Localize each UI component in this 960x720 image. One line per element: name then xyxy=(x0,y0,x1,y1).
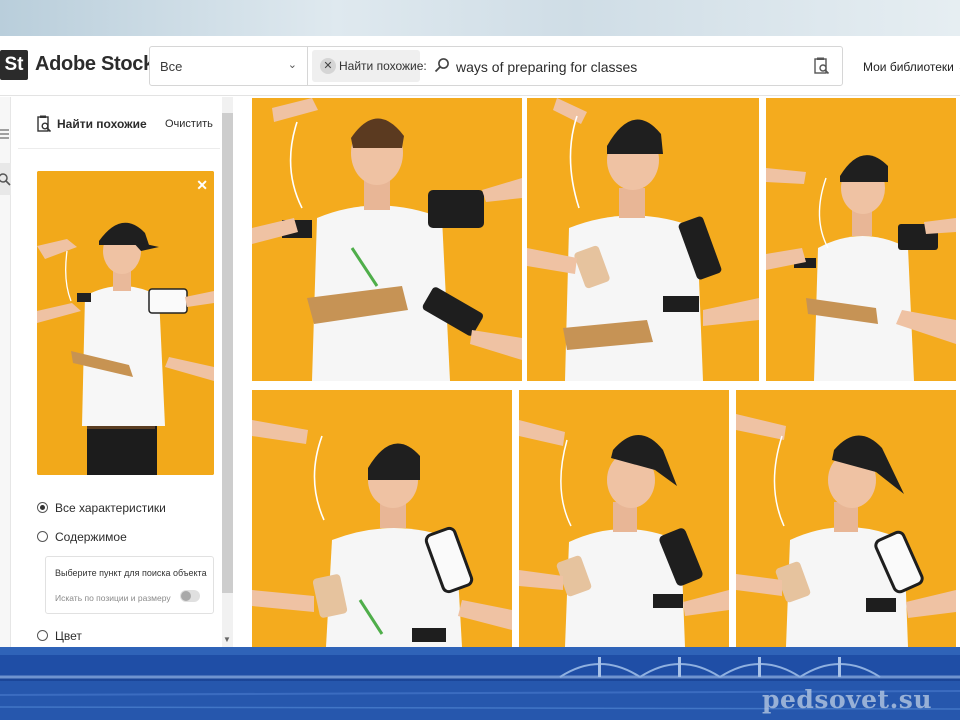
position-size-toggle[interactable] xyxy=(180,590,200,602)
result-thumbnail[interactable] xyxy=(252,390,512,647)
result-photo xyxy=(766,98,956,381)
clear-button[interactable]: Очистить xyxy=(165,118,213,130)
result-photo xyxy=(252,98,522,381)
panel-header: Найти похожие Очистить xyxy=(18,97,220,149)
visual-search-icon xyxy=(37,115,51,133)
result-photo xyxy=(527,98,759,381)
option-color[interactable]: Цвет xyxy=(37,629,82,643)
scrollbar-thumb[interactable] xyxy=(222,113,233,593)
result-thumbnail[interactable] xyxy=(736,390,956,647)
option-label: Все характеристики xyxy=(55,501,166,515)
panel-title: Найти похожие xyxy=(57,117,147,131)
search-icon xyxy=(0,173,11,186)
search-scope-select[interactable]: Все ⌄ xyxy=(150,47,308,85)
visual-search-icon[interactable] xyxy=(814,57,830,75)
watermark: pedsovet.su xyxy=(762,685,933,714)
search-input[interactable]: ways of preparing for classes xyxy=(456,59,637,75)
option-content[interactable]: Содержимое xyxy=(37,530,127,544)
option-label: Цвет xyxy=(55,629,82,643)
search-bar: Все ⌄ ✕ Найти похожие: ways of preparing… xyxy=(149,46,843,86)
close-icon[interactable]: ✕ xyxy=(196,177,208,194)
radio-icon xyxy=(37,630,48,641)
bottom-banner: pedsovet.su xyxy=(0,647,960,720)
find-similar-chip: ✕ Найти похожие: xyxy=(312,50,427,82)
reference-image[interactable]: ✕ xyxy=(37,171,214,475)
object-search-title: Выберите пункт для поиска объекта xyxy=(55,568,207,578)
reference-photo xyxy=(37,171,214,475)
chevron-down-icon: ⌄ xyxy=(287,59,297,71)
filters-icon[interactable] xyxy=(0,127,9,141)
my-libraries-menu[interactable]: Мои библиотеки ⌄ xyxy=(863,60,960,74)
radio-selected-icon xyxy=(37,502,48,513)
visual-search-rail-button[interactable] xyxy=(0,163,11,195)
chevron-down-icon[interactable]: ▼ xyxy=(223,635,231,644)
panel-scrollbar[interactable]: ▼ xyxy=(222,97,233,647)
my-libraries-label: Мои библиотеки xyxy=(863,60,954,74)
top-banner xyxy=(0,0,960,36)
result-photo xyxy=(736,390,956,647)
result-thumbnail[interactable] xyxy=(766,98,956,381)
find-similar-chip-label: Найти похожие: xyxy=(339,59,427,73)
radio-icon xyxy=(37,531,48,542)
object-search-box: Выберите пункт для поиска объекта Искать… xyxy=(45,556,214,614)
app-logo[interactable]: St xyxy=(0,50,28,80)
result-thumbnail[interactable] xyxy=(519,390,729,647)
app-name[interactable]: Adobe Stock xyxy=(35,53,154,76)
close-icon[interactable]: ✕ xyxy=(320,58,336,74)
search-icon xyxy=(434,58,449,73)
option-label: Содержимое xyxy=(55,530,127,544)
app-header: St Adobe Stock Все ⌄ ✕ Найти похожие: wa… xyxy=(0,36,960,96)
option-all-characteristics[interactable]: Все характеристики xyxy=(37,501,166,515)
find-similar-panel: Найти похожие Очистить ✕ Все характерист… xyxy=(18,97,220,647)
left-rail xyxy=(0,97,11,647)
search-scope-value: Все xyxy=(160,59,183,74)
result-thumbnail[interactable] xyxy=(527,98,759,381)
result-photo xyxy=(519,390,729,647)
result-thumbnail[interactable] xyxy=(252,98,522,381)
result-photo xyxy=(252,390,512,647)
position-size-label: Искать по позиции и размеру xyxy=(55,593,171,603)
